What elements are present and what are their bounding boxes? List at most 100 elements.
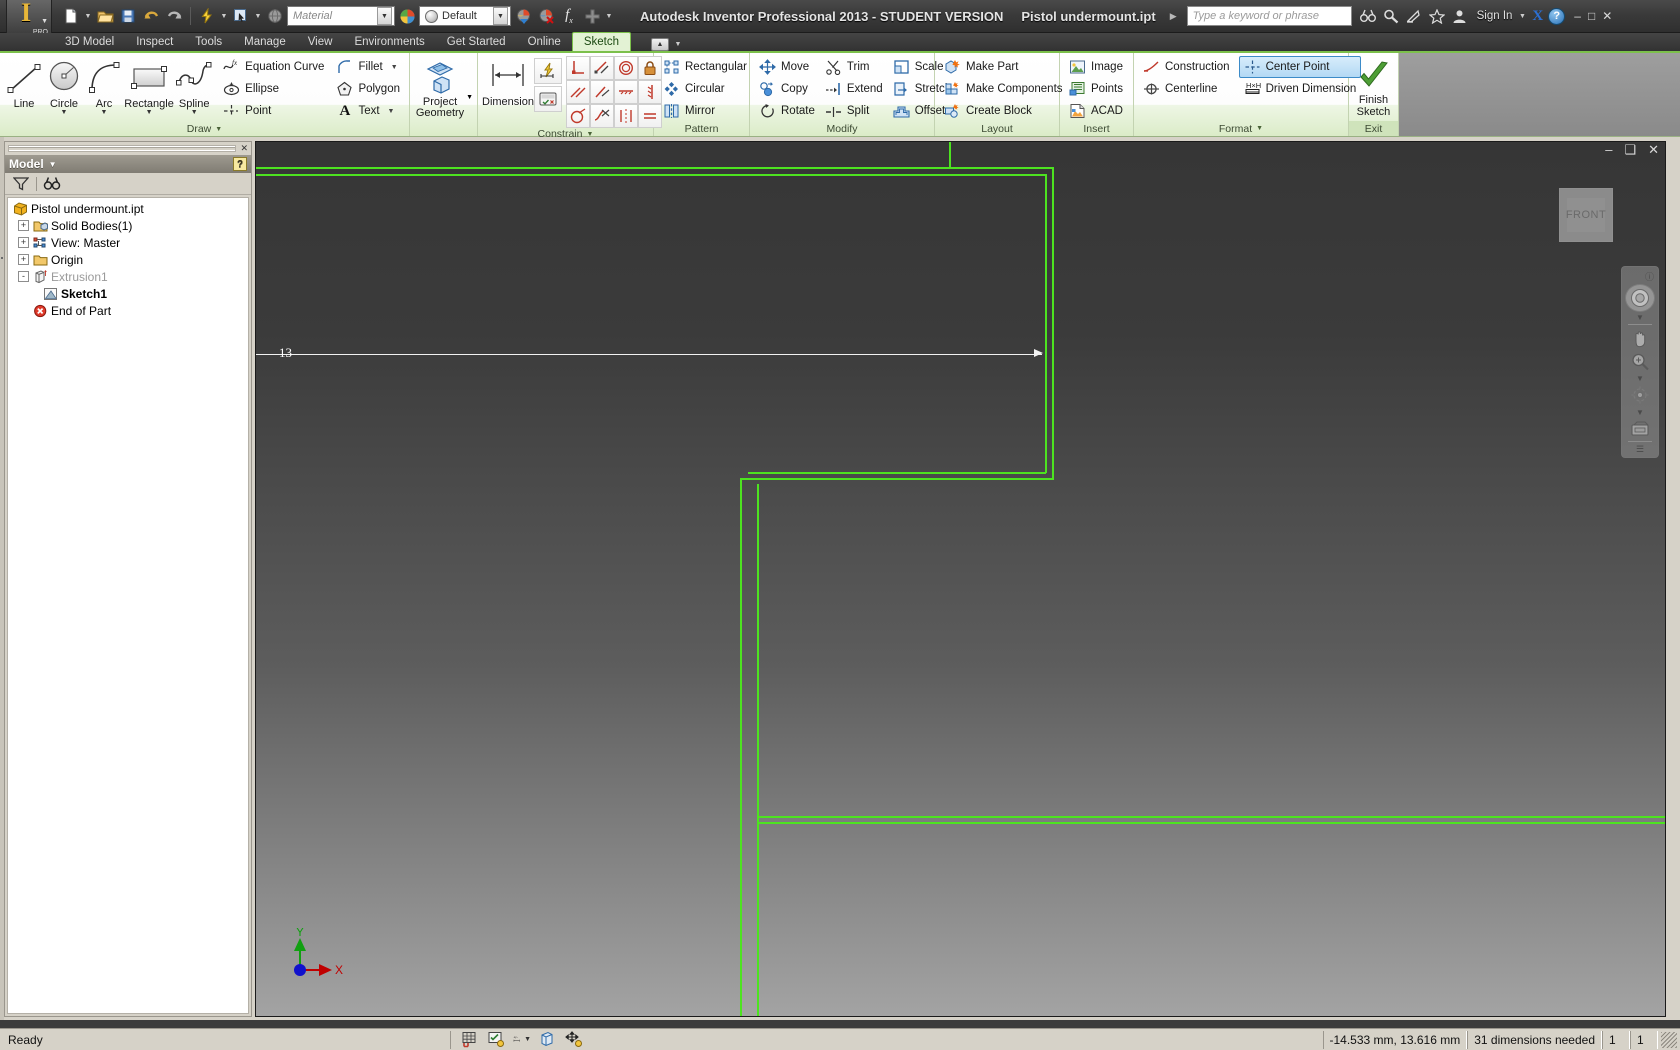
driven-dimension-button[interactable]: H×H Driven Dimension (1239, 78, 1362, 100)
expand-icon[interactable]: + (18, 254, 29, 265)
tab-online[interactable]: Online (517, 32, 572, 51)
horizontal-icon[interactable] (613, 80, 638, 104)
fillet-button[interactable]: Fillet ▼ (331, 56, 405, 78)
make-components-button[interactable]: Make Components (939, 78, 1068, 100)
save-icon[interactable] (117, 5, 139, 27)
chevron-down-icon[interactable]: ▼ (466, 94, 473, 101)
help-icon[interactable]: ? (233, 157, 247, 171)
draw-line-button[interactable]: Line (4, 56, 44, 110)
exchange-apps-icon[interactable]: X (1532, 8, 1543, 25)
chevron-down-icon[interactable]: ▼ (604, 13, 614, 20)
resize-grip[interactable] (1661, 1031, 1677, 1048)
tab-inspect[interactable]: Inspect (125, 32, 184, 51)
symmetric-icon[interactable] (613, 104, 638, 128)
panel-title-format[interactable]: Format ▼ (1134, 121, 1348, 136)
tab-view[interactable]: View (297, 32, 344, 51)
tab-3d-model[interactable]: 3D Model (54, 32, 125, 51)
undo-icon[interactable] (140, 5, 162, 27)
slice-graphics-icon[interactable] (539, 1031, 557, 1048)
chevron-down-icon[interactable]: ▼ (1517, 13, 1527, 20)
snap-grid-icon[interactable] (461, 1031, 479, 1048)
browser-drag-grip[interactable]: ✕ (5, 142, 251, 155)
draw-rectangle-button[interactable]: Rectangle ▼ (124, 56, 174, 116)
chevron-down-icon[interactable]: ▼ (101, 109, 108, 116)
perpendicular-icon[interactable] (565, 56, 590, 80)
chevron-down-icon[interactable]: ▼ (1636, 374, 1644, 383)
close-icon[interactable]: ✕ (1646, 143, 1661, 156)
minimize-icon[interactable]: – (1574, 10, 1581, 22)
tab-get-started[interactable]: Get Started (436, 32, 517, 51)
rotate-button[interactable]: Rotate (754, 100, 820, 122)
show-constraints-icon[interactable] (533, 86, 562, 112)
select-icon[interactable] (230, 5, 252, 27)
expand-icon[interactable]: + (18, 220, 29, 231)
sketch-line-top-stub[interactable] (949, 142, 951, 168)
panel-title-draw[interactable]: Draw ▼ (0, 122, 409, 136)
navbar-options-icon[interactable]: ☰ (1636, 444, 1644, 455)
finish-sketch-button[interactable]: Finish Sketch (1353, 56, 1394, 118)
parallel-line-icon[interactable] (589, 56, 614, 80)
user-avatar-icon[interactable] (1451, 7, 1469, 25)
chevron-down-icon[interactable]: ▼ (1636, 313, 1644, 322)
move-button[interactable]: Move (754, 56, 820, 78)
collapse-icon[interactable]: - (18, 271, 29, 282)
appearance-combo[interactable]: Default ▼ (419, 6, 511, 26)
centerline-button[interactable]: Centerline (1138, 78, 1235, 100)
draw-arc-button[interactable]: Arc ▼ (84, 56, 124, 116)
close-icon[interactable]: ⓘ (1645, 270, 1654, 283)
chevron-down-icon[interactable]: ▼ (1256, 125, 1263, 132)
search-input[interactable]: Type a keyword or phrase (1186, 6, 1352, 26)
chevron-down-icon[interactable]: ▼ (673, 41, 683, 48)
autoproject-icon[interactable] (565, 1031, 583, 1048)
help-icon[interactable]: ? (1548, 7, 1566, 25)
construction-button[interactable]: Construction (1138, 56, 1235, 78)
update-icon[interactable] (196, 5, 218, 27)
chevron-down-icon[interactable]: ▼ (61, 109, 68, 116)
title-overflow-arrow-icon[interactable]: ▶ (1170, 11, 1177, 22)
coincident-icon[interactable] (565, 80, 590, 104)
circular-pattern-button[interactable]: Circular (658, 78, 752, 100)
sketch-line-right-outer[interactable] (1052, 167, 1054, 480)
draw-spline-button[interactable]: Spline ▼ (174, 56, 214, 116)
sketch-line-left-outer[interactable] (740, 478, 742, 1016)
plus-icon[interactable] (581, 5, 603, 27)
point-button[interactable]: Point (218, 100, 329, 122)
split-button[interactable]: Split (820, 100, 888, 122)
view-cube[interactable]: FRONT (1559, 188, 1613, 242)
concentric-icon[interactable] (565, 104, 590, 128)
dimension-line-13[interactable] (256, 354, 1042, 355)
appearance-clear-icon[interactable] (535, 5, 557, 27)
close-icon[interactable]: ✕ (1602, 10, 1612, 22)
close-icon[interactable]: ✕ (240, 143, 248, 154)
make-part-button[interactable]: Make Part (939, 56, 1068, 78)
search-icon[interactable] (1382, 7, 1400, 25)
chevron-down-icon[interactable]: ▼ (191, 109, 198, 116)
auto-dimension-icon[interactable] (533, 58, 562, 84)
center-point-button[interactable]: Center Point (1238, 56, 1362, 78)
ribbon-minimize-icon[interactable]: ▲ (650, 38, 669, 51)
tree-node-solid-bodies[interactable]: + Solid Bodies(1) (8, 217, 248, 234)
chevron-down-icon[interactable]: ▼ (493, 7, 508, 25)
tree-node-end-of-part[interactable]: End of Part (8, 302, 248, 319)
draw-circle-button[interactable]: Circle ▼ (44, 56, 84, 116)
sketch-line-shelf-inner[interactable] (748, 472, 1046, 474)
tree-node-extrusion1[interactable]: - Extrusion1 (8, 268, 248, 285)
view-cube-front-face[interactable]: FRONT (1566, 198, 1606, 232)
sketch-line-bottom-outer[interactable] (757, 816, 1665, 818)
restore-icon[interactable]: ❑ (1622, 143, 1638, 156)
tab-environments[interactable]: Environments (343, 32, 435, 51)
sketch-line-bottom-inner[interactable] (759, 822, 1665, 824)
chevron-down-icon[interactable]: ▼ (388, 108, 395, 115)
chevron-down-icon[interactable]: ▼ (49, 160, 57, 169)
find-icon[interactable] (43, 175, 61, 193)
sketch-line-left-inner[interactable] (757, 484, 759, 1016)
tree-node-part-document[interactable]: Pistol undermount.ipt (8, 200, 248, 217)
tree-node-view-master[interactable]: + View: Master (8, 234, 248, 251)
sketch-line-shelf-outer[interactable] (740, 478, 1054, 480)
extend-button[interactable]: Extend (820, 78, 888, 100)
mirror-button[interactable]: Mirror (658, 100, 752, 122)
dimension-display-icon[interactable]: +/− ▼ (513, 1031, 531, 1048)
chevron-down-icon[interactable]: ▼ (146, 109, 153, 116)
rail-handle[interactable] (1, 257, 3, 259)
polygon-button[interactable]: Polygon (331, 78, 405, 100)
